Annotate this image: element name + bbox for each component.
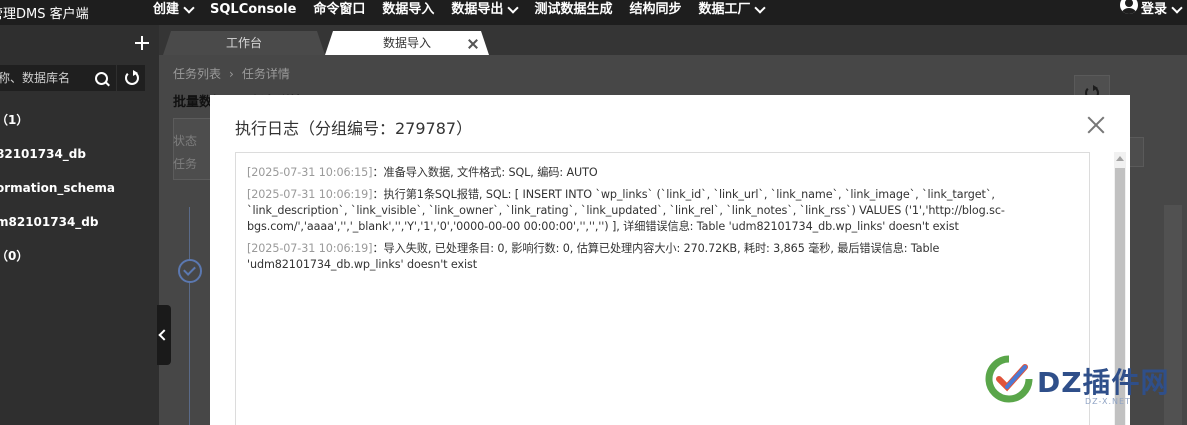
chevron-down-icon <box>1171 2 1183 14</box>
refresh-icon <box>125 70 139 85</box>
log-entry: [2025-07-31 10:06:19]：导入失败, 已处理条目: 0, 影响… <box>247 241 1079 273</box>
tree-item[interactable]: 82101734_db <box>0 137 159 171</box>
sidebar: （1） 82101734_db ormation_schema m8210173… <box>0 25 159 425</box>
log-time: [2025-07-31 10:06:15] <box>247 166 373 179</box>
menu-data-factory-label: 数据工厂 <box>698 2 751 17</box>
sidebar-collapse-handle[interactable] <box>157 305 171 365</box>
menu-sqlconsole-label: SQLConsole <box>210 2 297 17</box>
search-input[interactable] <box>0 65 86 91</box>
breadcrumb: 任务列表 › 任务详情 <box>173 65 290 82</box>
tree-item[interactable]: （0） <box>0 239 159 273</box>
menu-data-export-label: 数据导出 <box>451 2 504 17</box>
menu-data-factory[interactable]: 数据工厂 <box>690 0 773 25</box>
scroll-up-arrow-icon[interactable] <box>1116 156 1124 161</box>
breadcrumb-task-detail: 任务详情 <box>241 67 290 81</box>
app-title: 管理DMS 客户端 <box>0 7 89 22</box>
tab-data-import[interactable]: 数据导入 <box>325 31 489 55</box>
menu-data-import[interactable]: 数据导入 <box>374 0 443 25</box>
menu-create[interactable]: 创建 <box>145 0 202 25</box>
menu-command-window[interactable]: 命令窗口 <box>305 0 374 25</box>
menu-command-window-label: 命令窗口 <box>313 2 366 17</box>
log-entry: [2025-07-31 10:06:19]：执行第1条SQL报错, SQL: [… <box>247 187 1079 235</box>
tree-item[interactable]: （1） <box>0 103 159 137</box>
sidebar-search <box>0 65 116 91</box>
watermark-logo-icon <box>985 355 1033 403</box>
sidebar-header <box>0 25 159 63</box>
chevron-down-icon <box>183 2 195 14</box>
database-tree: （1） 82101734_db ormation_schema m8210173… <box>0 103 159 273</box>
log-time: [2025-07-31 10:06:19] <box>247 188 373 201</box>
login-label: 登录 <box>1140 2 1167 17</box>
user-menu[interactable]: 登录 <box>1119 0 1183 25</box>
menu-test-data-label: 测试数据生成 <box>534 2 613 17</box>
tab-workbench[interactable]: 工作台 <box>163 31 325 55</box>
dialog-title: 执行日志（分组编号：279787） <box>235 119 473 138</box>
log-output: [2025-07-31 10:06:15]：准备导入数据, 文件格式: SQL,… <box>235 152 1090 425</box>
chevron-left-icon <box>158 329 170 341</box>
menu-test-data[interactable]: 测试数据生成 <box>526 0 621 25</box>
top-menu-bar: 管理DMS 客户端 创建 SQLConsole 命令窗口 数据导入 数据导出 测… <box>0 0 1187 25</box>
menu-sqlconsole[interactable]: SQLConsole <box>202 0 305 25</box>
watermark-text: DZ插件网 <box>1037 366 1170 399</box>
check-circle-icon <box>178 259 202 283</box>
main-menu: 创建 SQLConsole 命令窗口 数据导入 数据导出 测试数据生成 结构同步… <box>145 0 773 25</box>
search-icon[interactable] <box>95 72 108 85</box>
menu-data-export[interactable]: 数据导出 <box>443 0 526 25</box>
close-icon[interactable] <box>1087 116 1105 134</box>
menu-create-label: 创建 <box>153 2 180 17</box>
log-text: ：准备导入数据, 文件格式: SQL, 编码: AUTO <box>372 166 598 179</box>
menu-data-import-label: 数据导入 <box>382 2 435 17</box>
task-label: 任务 <box>173 157 198 171</box>
chevron-down-icon <box>507 2 520 14</box>
watermark-subtext: DZ-X.NET <box>1085 397 1131 406</box>
log-entry: [2025-07-31 10:06:15]：准备导入数据, 文件格式: SQL,… <box>247 165 1079 181</box>
status-label: 状态 <box>173 134 198 148</box>
menu-schema-sync-label: 结构同步 <box>629 2 682 17</box>
tree-item[interactable]: ormation_schema <box>0 171 159 205</box>
add-icon[interactable] <box>134 35 150 51</box>
log-time: [2025-07-31 10:06:19] <box>247 242 373 255</box>
tree-item[interactable]: m82101734_db <box>0 205 159 239</box>
sidebar-refresh-button[interactable] <box>117 65 145 91</box>
watermark: DZ插件网 DZ-X.NET <box>985 355 1185 425</box>
close-icon[interactable] <box>467 38 479 50</box>
chevron-down-icon <box>754 2 767 14</box>
tab-bar: 工作台 数据导入 <box>159 25 1187 55</box>
breadcrumb-task-list[interactable]: 任务列表 <box>173 67 221 81</box>
step-timeline <box>189 207 190 425</box>
breadcrumb-separator: › <box>229 67 234 81</box>
user-avatar-icon <box>1119 0 1138 14</box>
menu-schema-sync[interactable]: 结构同步 <box>621 0 690 25</box>
